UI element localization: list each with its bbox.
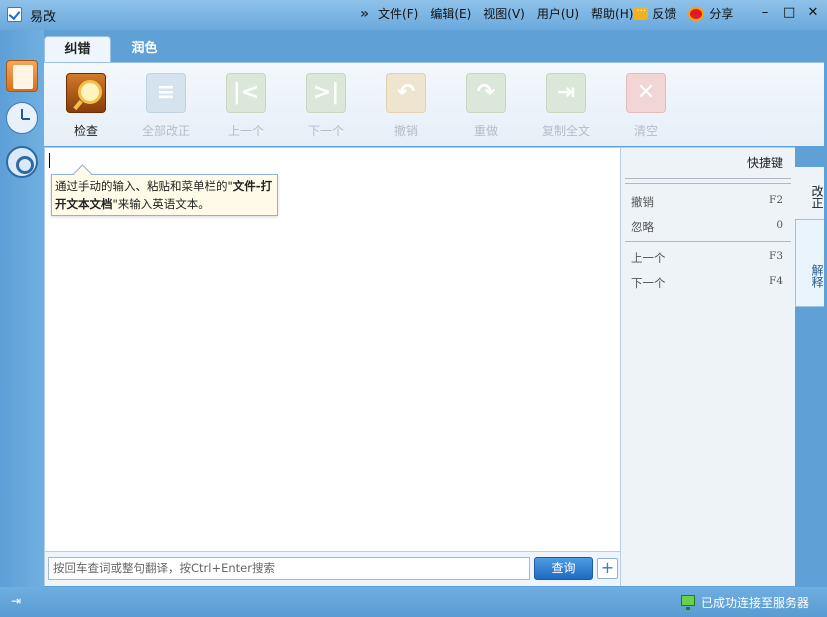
redo-button[interactable]: 重做 [446, 73, 526, 139]
check-button[interactable]: 检查 [46, 73, 126, 139]
tab-correct[interactable]: 纠错 [44, 36, 111, 62]
redo-label: 重做 [473, 124, 498, 138]
shortcut-row: 上一个 F3 [631, 250, 783, 266]
menu-user[interactable]: 用户(U) [537, 5, 579, 22]
app-title: 易改 [30, 10, 57, 25]
network-monitor-icon [681, 595, 695, 610]
clear-button[interactable]: 清空 [606, 73, 686, 139]
previous-label: 上一个 [227, 124, 264, 138]
shortcut-key: F2 [769, 194, 783, 206]
first-icon [226, 73, 266, 113]
clear-label: 清空 [633, 124, 658, 138]
shortcut-row: 忽略 0 [631, 219, 783, 235]
shortcut-name: 撤销 [631, 195, 654, 209]
toolbar: 检查 全部改正 上一个 下一个 撤销 重做 复制全文 清空 [44, 62, 824, 146]
menu-view[interactable]: 视图(V) [483, 5, 525, 22]
undo-button[interactable]: 撤销 [366, 73, 446, 139]
copy-all-button[interactable]: 复制全文 [526, 73, 606, 139]
shortcut-key: 0 [776, 219, 783, 231]
undo-icon [386, 73, 426, 113]
window-controls: – □ ✕ [759, 5, 819, 20]
undo-label: 撤销 [393, 124, 418, 138]
shortcut-key: F3 [769, 250, 783, 262]
next-icon [306, 73, 346, 113]
check-label: 检查 [73, 124, 98, 138]
shortcut-panel: 快捷键 撤销 F2 忽略 0 上一个 F3 下一个 F4 [621, 147, 795, 586]
magnifier-book-icon [66, 73, 106, 113]
shortcut-row: 撤销 F2 [631, 194, 783, 210]
share-link[interactable]: 分享 [709, 5, 733, 22]
next-button[interactable]: 下一个 [286, 73, 366, 139]
shortcut-name: 下一个 [631, 276, 666, 290]
side-tabs: 改正 解释 [795, 147, 824, 586]
previous-button[interactable]: 上一个 [206, 73, 286, 139]
lookup-input[interactable]: 按回车查词或整句翻译，按Ctrl+Enter搜索 [48, 557, 530, 580]
shortcut-title: 快捷键 [746, 156, 783, 170]
hint-text-end: "来输入英语文本。 [112, 197, 210, 211]
copy-icon [546, 73, 586, 113]
list-icon [146, 73, 186, 113]
menu-edit[interactable]: 编辑(E) [430, 5, 471, 22]
rail-correct-button[interactable] [6, 60, 38, 92]
app-logo-icon [7, 7, 22, 22]
text-editor[interactable]: 通过手动的输入、粘贴和菜单栏的"文件-打开文本文档"来输入英语文本。 [44, 147, 621, 552]
exit-icon[interactable]: ⇥ [11, 595, 23, 607]
rail-history-clock-icon[interactable] [6, 102, 38, 134]
menu-overflow-button[interactable]: » [360, 6, 369, 22]
side-tab-correction[interactable]: 改正 [795, 167, 824, 219]
text-caret [49, 153, 50, 168]
rail-settings-gear-icon[interactable] [6, 146, 38, 178]
close-button[interactable]: ✕ [807, 5, 819, 20]
menu-help[interactable]: 帮助(H) [591, 5, 633, 22]
left-rail [0, 30, 44, 587]
fix-all-button[interactable]: 全部改正 [126, 73, 206, 139]
status-bar: ⇥ 已成功连接至服务器 [0, 587, 827, 617]
menu-file[interactable]: 文件(F) [378, 5, 418, 22]
hint-text-start: 通过手动的输入、粘贴和菜单栏的" [55, 179, 233, 193]
weibo-icon[interactable] [688, 6, 705, 21]
redo-icon [466, 73, 506, 113]
copy-all-label: 复制全文 [541, 124, 590, 138]
mode-tabs: 纠错 润色 [44, 36, 178, 62]
divider [625, 183, 791, 184]
query-button[interactable]: 查询 [534, 557, 593, 580]
minimize-button[interactable]: – [759, 5, 771, 20]
title-bar: 易改 » 文件(F) 编辑(E) 视图(V) 用户(U) 帮助(H) 反馈 分享… [0, 0, 827, 30]
add-button[interactable]: + [597, 558, 618, 579]
fix-all-label: 全部改正 [141, 124, 190, 138]
feedback-icon[interactable] [633, 3, 649, 20]
feedback-link[interactable]: 反馈 [652, 5, 676, 22]
divider [625, 241, 791, 242]
shortcut-key: F4 [769, 275, 783, 287]
connection-status: 已成功连接至服务器 [701, 596, 810, 610]
shortcut-name: 忽略 [631, 220, 654, 234]
clear-icon [626, 73, 666, 113]
input-hint-tooltip: 通过手动的输入、粘贴和菜单栏的"文件-打开文本文档"来输入英语文本。 [51, 174, 278, 216]
lookup-bar: 按回车查词或整句翻译，按Ctrl+Enter搜索 查询 + [44, 552, 621, 586]
next-label: 下一个 [307, 124, 344, 138]
shortcut-name: 上一个 [631, 251, 666, 265]
maximize-button[interactable]: □ [783, 5, 795, 20]
side-tab-explanation[interactable]: 解释 [795, 219, 824, 307]
divider [625, 178, 791, 179]
tab-polish[interactable]: 润色 [111, 36, 178, 62]
menu-bar: » 文件(F) 编辑(E) 视图(V) 用户(U) 帮助(H) 反馈 分享 [360, 3, 745, 22]
shortcut-row: 下一个 F4 [631, 275, 783, 291]
